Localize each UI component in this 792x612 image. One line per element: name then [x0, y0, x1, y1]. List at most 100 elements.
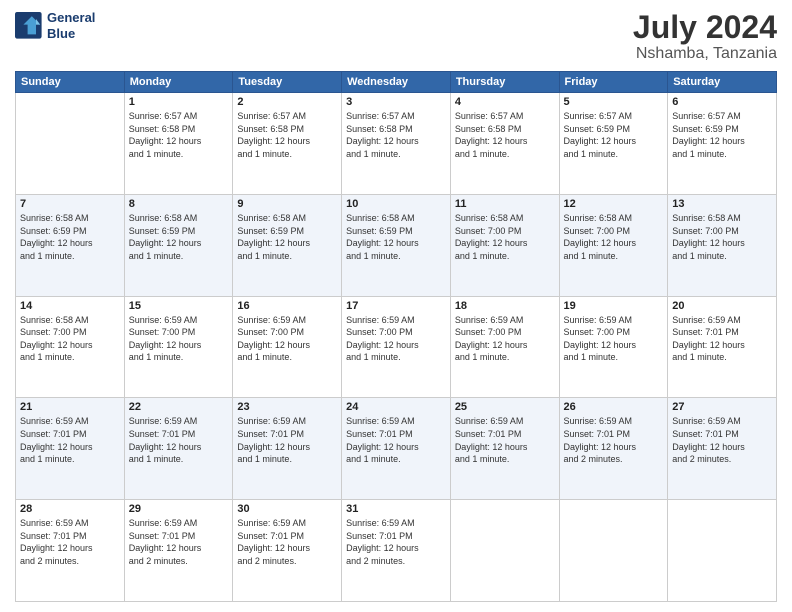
calendar-cell: 2Sunrise: 6:57 AMSunset: 6:58 PMDaylight…	[233, 93, 342, 195]
title-block: July 2024 Nshamba, Tanzania	[633, 10, 777, 63]
logo-text: General Blue	[47, 10, 95, 41]
day-number: 5	[564, 96, 664, 108]
calendar-cell: 24 Sunrise: 6:59 AMSunset: 7:01 PMDayligh…	[342, 398, 451, 500]
day-info: Sunrise: 6:59 AMSunset: 7:00 PMDaylight:…	[564, 314, 664, 364]
calendar-cell: 23 Sunrise: 6:59 AMSunset: 7:01 PMDayligh…	[233, 398, 342, 500]
calendar-cell: 9 Sunrise: 6:58 AMSunset: 6:59 PMDaylight…	[233, 194, 342, 296]
day-info: Sunrise: 6:59 AMSunset: 7:01 PMDaylight:…	[129, 415, 229, 465]
day-number: 17	[346, 300, 446, 312]
calendar-cell	[559, 500, 668, 602]
calendar-cell: 3 Sunrise: 6:57 AMSunset: 6:58 PMDaylight…	[342, 93, 451, 195]
calendar-cell: 25 Sunrise: 6:59 AMSunset: 7:01 PMDayligh…	[450, 398, 559, 500]
day-header-monday: Monday	[124, 72, 233, 93]
calendar-cell: 10Sunrise: 6:58 AMSunset: 6:59 PMDayligh…	[342, 194, 451, 296]
calendar-cell: 8 Sunrise: 6:58 AMSunset: 6:59 PMDaylight…	[124, 194, 233, 296]
calendar-cell: 17Sunrise: 6:59 AMSunset: 7:00 PMDayligh…	[342, 296, 451, 398]
day-info: Sunrise: 6:57 AMSunset: 6:59 PMDaylight:…	[564, 110, 664, 160]
calendar-cell: 1Sunrise: 6:57 AMSunset: 6:58 PMDaylight…	[124, 93, 233, 195]
location: Nshamba, Tanzania	[633, 45, 777, 63]
day-info: Sunrise: 6:58 AMSunset: 7:00 PMDaylight:…	[455, 212, 555, 262]
day-info: Sunrise: 6:59 AMSunset: 7:01 PMDaylight:…	[672, 314, 772, 364]
header: General Blue July 2024 Nshamba, Tanzania	[15, 10, 777, 63]
day-number: 1	[129, 96, 229, 108]
calendar-week-row: 28Sunrise: 6:59 AMSunset: 7:01 PMDayligh…	[16, 500, 777, 602]
calendar-cell: 19 Sunrise: 6:59 AMSunset: 7:00 PMDayligh…	[559, 296, 668, 398]
calendar-week-row: 1 Sunrise: 6:57 AMSunset: 6:58 PMDaylight…	[16, 93, 777, 195]
day-info: Sunrise: 6:58 AMSunset: 7:00 PMDaylight:…	[20, 314, 120, 364]
day-info: Sunrise: 6:59 AMSunset: 7:00 PMDaylight:…	[455, 314, 555, 364]
month-year: July 2024	[633, 10, 777, 45]
calendar-week-row: 21 Sunrise: 6:59 AMSunset: 7:01 PMDayligh…	[16, 398, 777, 500]
day-number: 19	[564, 300, 664, 312]
calendar-cell: 31 Sunrise: 6:59 AMSunset: 7:01 PMDayligh…	[342, 500, 451, 602]
day-header-thursday: Thursday	[450, 72, 559, 93]
calendar-cell: 13Sunrise: 6:58 AMSunset: 7:00 PMDayligh…	[668, 194, 777, 296]
day-info: Sunrise: 6:59 AMSunset: 7:01 PMDaylight:…	[237, 517, 337, 567]
day-info: Sunrise: 6:58 AMSunset: 6:59 PMDaylight:…	[237, 212, 337, 262]
day-info: Sunrise: 6:59 AMSunset: 7:01 PMDaylight:…	[129, 517, 229, 567]
day-info: Sunrise: 6:58 AMSunset: 6:59 PMDaylight:…	[20, 212, 120, 262]
day-info: Sunrise: 6:59 AMSunset: 7:00 PMDaylight:…	[129, 314, 229, 364]
day-info: Sunrise: 6:59 AMSunset: 7:01 PMDaylight:…	[20, 415, 120, 465]
day-number: 22	[129, 401, 229, 413]
day-number: 25	[455, 401, 555, 413]
day-number: 23	[237, 401, 337, 413]
day-info: Sunrise: 6:59 AMSunset: 7:01 PMDaylight:…	[346, 517, 446, 567]
calendar-cell: 5 Sunrise: 6:57 AMSunset: 6:59 PMDaylight…	[559, 93, 668, 195]
calendar-cell: 14 Sunrise: 6:58 AMSunset: 7:00 PMDayligh…	[16, 296, 125, 398]
day-info: Sunrise: 6:58 AMSunset: 6:59 PMDaylight:…	[346, 212, 446, 262]
day-info: Sunrise: 6:57 AMSunset: 6:58 PMDaylight:…	[346, 110, 446, 160]
day-number: 24	[346, 401, 446, 413]
day-number: 27	[672, 401, 772, 413]
calendar-cell: 20 Sunrise: 6:59 AMSunset: 7:01 PMDayligh…	[668, 296, 777, 398]
calendar-cell: 12Sunrise: 6:58 AMSunset: 7:00 PMDayligh…	[559, 194, 668, 296]
day-number: 29	[129, 503, 229, 515]
day-info: Sunrise: 6:59 AMSunset: 7:00 PMDaylight:…	[237, 314, 337, 364]
day-number: 13	[672, 198, 772, 210]
day-number: 2	[237, 96, 337, 108]
calendar-cell: 29 Sunrise: 6:59 AMSunset: 7:01 PMDayligh…	[124, 500, 233, 602]
day-number: 20	[672, 300, 772, 312]
day-header-saturday: Saturday	[668, 72, 777, 93]
day-number: 7	[20, 198, 120, 210]
calendar-cell: 28Sunrise: 6:59 AMSunset: 7:01 PMDayligh…	[16, 500, 125, 602]
calendar-cell: 15 Sunrise: 6:59 AMSunset: 7:00 PMDayligh…	[124, 296, 233, 398]
logo-line1: General	[47, 10, 95, 26]
day-info: Sunrise: 6:59 AMSunset: 7:01 PMDaylight:…	[346, 415, 446, 465]
day-number: 3	[346, 96, 446, 108]
day-number: 4	[455, 96, 555, 108]
calendar-week-row: 14 Sunrise: 6:58 AMSunset: 7:00 PMDayligh…	[16, 296, 777, 398]
calendar-cell: 30Sunrise: 6:59 AMSunset: 7:01 PMDayligh…	[233, 500, 342, 602]
calendar-cell: 7 Sunrise: 6:58 AMSunset: 6:59 PMDaylight…	[16, 194, 125, 296]
day-number: 6	[672, 96, 772, 108]
day-number: 16	[237, 300, 337, 312]
day-header-friday: Friday	[559, 72, 668, 93]
day-number: 31	[346, 503, 446, 515]
day-info: Sunrise: 6:58 AMSunset: 6:59 PMDaylight:…	[129, 212, 229, 262]
day-info: Sunrise: 6:59 AMSunset: 7:01 PMDaylight:…	[237, 415, 337, 465]
day-header-sunday: Sunday	[16, 72, 125, 93]
day-number: 18	[455, 300, 555, 312]
day-info: Sunrise: 6:59 AMSunset: 7:01 PMDaylight:…	[455, 415, 555, 465]
day-number: 26	[564, 401, 664, 413]
day-info: Sunrise: 6:59 AMSunset: 7:01 PMDaylight:…	[564, 415, 664, 465]
day-number: 12	[564, 198, 664, 210]
calendar-cell: 11Sunrise: 6:58 AMSunset: 7:00 PMDayligh…	[450, 194, 559, 296]
day-info: Sunrise: 6:59 AMSunset: 7:01 PMDaylight:…	[20, 517, 120, 567]
general-blue-icon	[15, 12, 43, 40]
page: General Blue July 2024 Nshamba, Tanzania…	[0, 0, 792, 612]
day-number: 9	[237, 198, 337, 210]
logo: General Blue	[15, 10, 95, 41]
calendar-cell	[450, 500, 559, 602]
calendar-header-row: SundayMondayTuesdayWednesdayThursdayFrid…	[16, 72, 777, 93]
day-number: 21	[20, 401, 120, 413]
calendar-cell	[668, 500, 777, 602]
day-number: 15	[129, 300, 229, 312]
calendar-cell: 16 Sunrise: 6:59 AMSunset: 7:00 PMDayligh…	[233, 296, 342, 398]
day-number: 14	[20, 300, 120, 312]
day-number: 8	[129, 198, 229, 210]
calendar-cell: 22 Sunrise: 6:59 AMSunset: 7:01 PMDayligh…	[124, 398, 233, 500]
day-header-wednesday: Wednesday	[342, 72, 451, 93]
logo-line2: Blue	[47, 26, 95, 42]
day-header-tuesday: Tuesday	[233, 72, 342, 93]
